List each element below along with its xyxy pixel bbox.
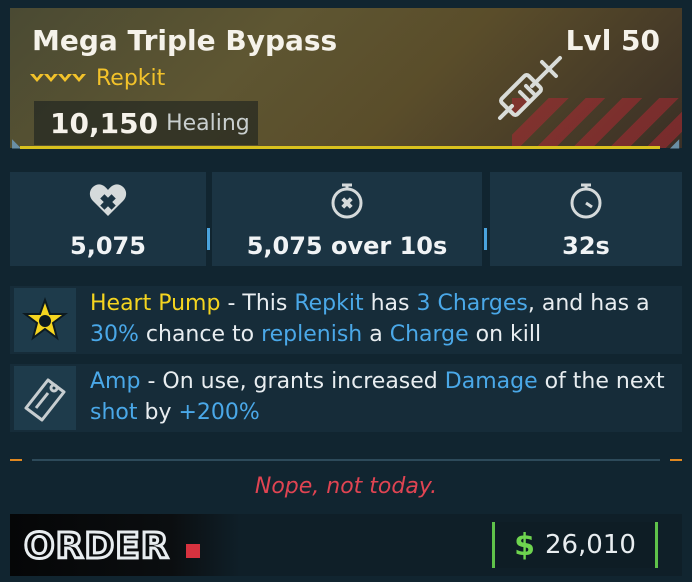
divider-line xyxy=(32,459,660,461)
perk-text: chance to xyxy=(138,322,262,347)
currency-symbol: $ xyxy=(514,527,535,563)
perk-badge xyxy=(14,366,76,430)
perk-text: on kill xyxy=(468,322,542,347)
stat-divider xyxy=(484,228,487,250)
perk-badge xyxy=(14,288,76,352)
main-stat-value: 10,150 xyxy=(50,106,159,140)
stat-value: 5,075 xyxy=(70,232,146,260)
item-name: Mega Triple Bypass xyxy=(32,24,338,57)
perk-description: Amp - On use, grants increased Damage of… xyxy=(90,366,680,428)
stat-cooldown: 32s xyxy=(490,172,682,266)
flavor-text: Nope, not today. xyxy=(254,474,438,499)
divider-dash xyxy=(670,459,682,461)
perk-keyword: Charge xyxy=(389,322,469,347)
stat-divider xyxy=(207,228,210,250)
divider-dash xyxy=(10,459,22,461)
amp-tag-icon xyxy=(24,378,66,422)
header-underline xyxy=(20,146,660,149)
perk-keyword: Damage xyxy=(444,369,538,394)
main-stat-label: Healing xyxy=(166,110,250,136)
perk-text: of the next xyxy=(537,369,665,394)
manufacturer-name: ORDER xyxy=(24,526,170,566)
perk-amp: Amp - On use, grants increased Damage of… xyxy=(10,364,682,432)
item-card: Mega Triple Bypass Lvl 50 Repkit 10,150 … xyxy=(0,0,692,582)
star-burst-icon xyxy=(22,297,68,341)
price-amount: 26,010 xyxy=(544,530,636,560)
perk-text: - This xyxy=(220,291,295,316)
rarity-row: Repkit xyxy=(30,64,165,92)
item-footer: ORDER $ 26,010 xyxy=(10,514,682,576)
stopwatch-icon xyxy=(570,183,602,219)
manufacturer-logo: ORDER xyxy=(10,514,240,576)
item-level: Lvl 50 xyxy=(565,24,660,57)
perk-text: has xyxy=(363,291,417,316)
perk-text: a xyxy=(362,322,390,347)
stat-healing: 5,075 xyxy=(10,172,206,266)
perk-heart-pump: Heart Pump - This Repkit has 3 Charges, … xyxy=(10,286,682,354)
perk-text: - On use, grants increased xyxy=(140,369,445,394)
perk-keyword: Amp xyxy=(90,369,141,394)
perk-keyword: 3 Charges xyxy=(416,291,528,316)
stopwatch-heal-icon xyxy=(331,183,363,219)
price-box: $ 26,010 xyxy=(492,522,658,568)
stat-value: 5,075 over 10s xyxy=(246,232,448,260)
corner-marker-icon: ◢ xyxy=(670,136,680,150)
perk-keyword: replenish xyxy=(261,322,363,347)
perk-keyword: 30% xyxy=(90,322,139,347)
order-logo-icon: ORDER xyxy=(24,525,200,566)
syringe-icon xyxy=(498,56,562,120)
main-stat: 10,150 Healing xyxy=(34,101,258,145)
perk-keyword: Repkit xyxy=(294,291,364,316)
perk-keyword: shot xyxy=(90,400,138,425)
item-header: Mega Triple Bypass Lvl 50 Repkit 10,150 … xyxy=(10,8,682,148)
perk-text: , and has a xyxy=(527,291,650,316)
perk-description: Heart Pump - This Repkit has 3 Charges, … xyxy=(90,288,680,350)
stat-heal-over-time: 5,075 over 10s xyxy=(212,172,482,266)
perk-text: by xyxy=(137,400,179,425)
rarity-chevrons-icon xyxy=(30,74,86,82)
section-divider xyxy=(10,452,682,466)
heart-plus-icon xyxy=(89,184,127,216)
item-type: Repkit xyxy=(96,65,166,91)
perk-keyword: +200% xyxy=(178,400,260,425)
perk-keyword: Heart Pump xyxy=(90,291,221,316)
stat-value: 32s xyxy=(562,232,610,260)
